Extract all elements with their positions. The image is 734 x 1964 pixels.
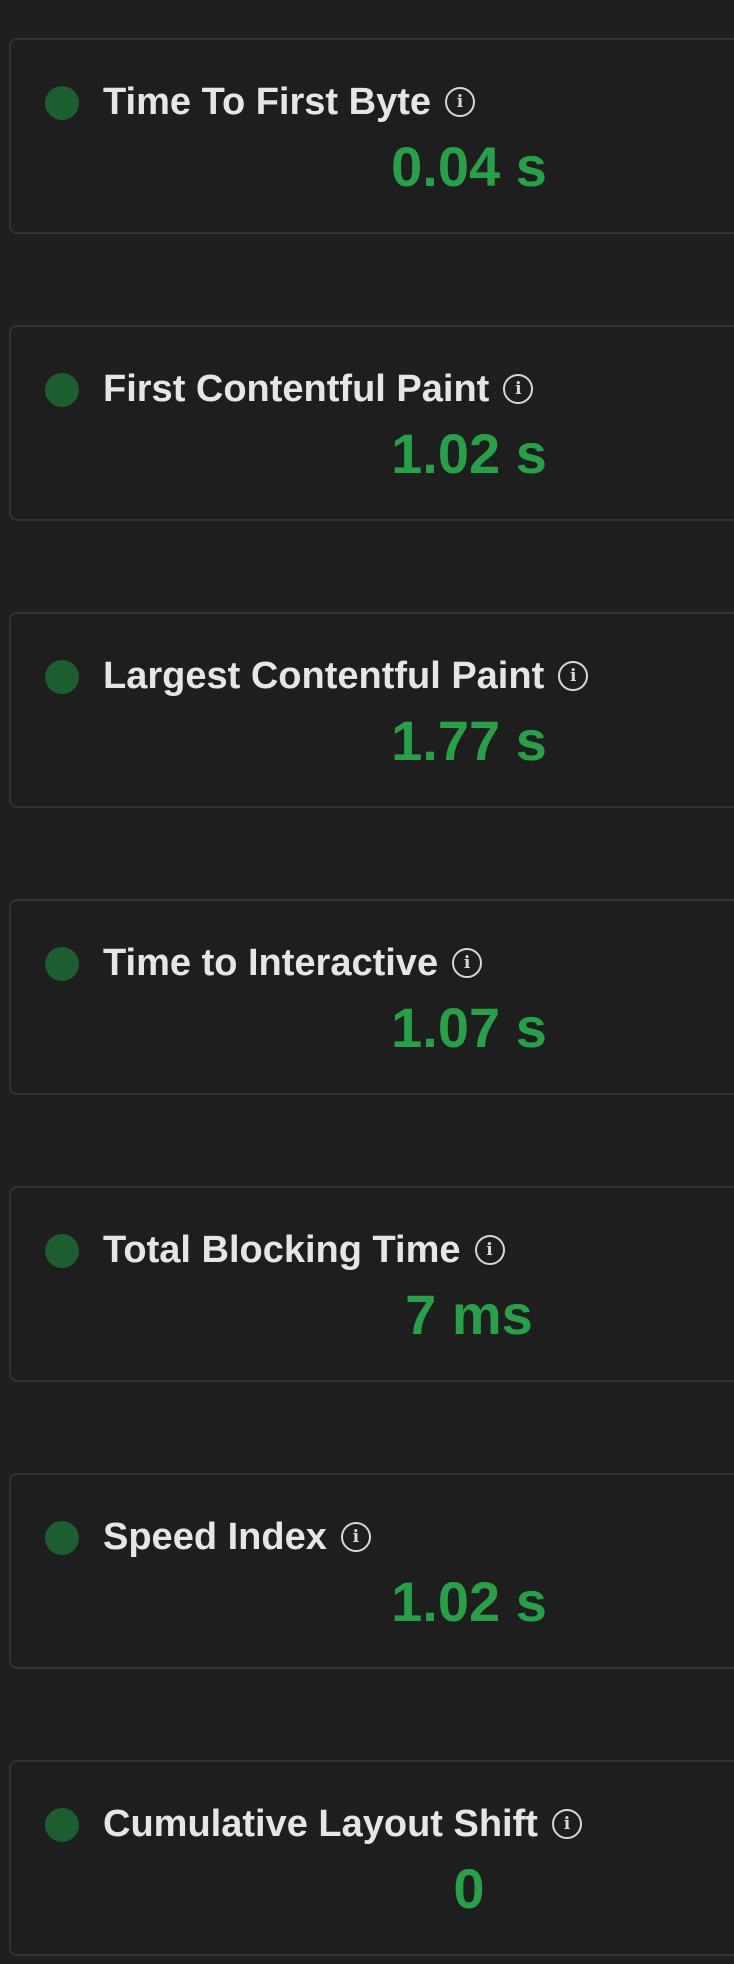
metric-card-lcp: Largest Contentful Paint i 1.77 s — [9, 612, 734, 808]
metric-title: Total Blocking Time — [103, 1228, 461, 1271]
metric-value: 1.02 s — [391, 422, 547, 485]
status-indicator-dot — [45, 1521, 79, 1555]
info-icon[interactable]: i — [551, 1809, 582, 1839]
metric-value: 7 ms — [405, 1283, 533, 1346]
info-icon[interactable]: i — [474, 1235, 505, 1265]
metric-title: Time to Interactive — [103, 941, 439, 984]
status-indicator-dot — [45, 947, 79, 981]
metric-card-cls: Cumulative Layout Shift i 0 — [9, 1760, 734, 1956]
metric-value: 0 — [453, 1857, 485, 1920]
metric-title-row: Time to Interactive i — [103, 934, 483, 992]
info-icon[interactable]: i — [445, 87, 475, 117]
info-icon[interactable]: i — [452, 948, 483, 978]
metric-value: 1.77 s — [391, 709, 547, 772]
metric-title: Speed Index — [103, 1515, 327, 1558]
status-indicator-dot — [45, 660, 79, 694]
metric-value: 1.07 s — [391, 996, 547, 1059]
metric-title: First Contentful Paint — [103, 367, 490, 410]
metric-title: Time To First Byte — [103, 80, 431, 123]
metric-card-tti: Time to Interactive i 1.07 s — [9, 899, 734, 1095]
status-indicator-dot — [45, 86, 79, 120]
metric-title-row: Speed Index i — [103, 1508, 371, 1566]
metric-title-row: Time To First Byte i — [103, 73, 475, 131]
metric-title-row: First Contentful Paint i — [103, 360, 534, 418]
status-indicator-dot — [45, 373, 79, 407]
status-indicator-dot — [45, 1808, 79, 1842]
info-icon[interactable]: i — [558, 661, 589, 691]
metric-title: Cumulative Layout Shift — [103, 1802, 538, 1845]
metric-value: 0.04 s — [391, 135, 547, 198]
metric-title-row: Largest Contentful Paint i — [103, 647, 589, 705]
status-indicator-dot — [45, 1234, 79, 1268]
metric-card-speed-index: Speed Index i 1.02 s — [9, 1473, 734, 1669]
info-icon[interactable]: i — [503, 374, 534, 404]
metric-value: 1.02 s — [391, 1570, 547, 1633]
info-icon[interactable]: i — [340, 1522, 371, 1552]
metric-title-row: Cumulative Layout Shift i — [103, 1795, 582, 1853]
metric-title-row: Total Blocking Time i — [103, 1221, 505, 1279]
metric-title: Largest Contentful Paint — [103, 654, 545, 697]
metric-card-ttfb: Time To First Byte i 0.04 s — [9, 38, 734, 234]
metric-card-fcp: First Contentful Paint i 1.02 s — [9, 325, 734, 521]
metrics-list: Time To First Byte i 0.04 s First Conten… — [0, 0, 734, 1964]
metric-card-tbt: Total Blocking Time i 7 ms — [9, 1186, 734, 1382]
